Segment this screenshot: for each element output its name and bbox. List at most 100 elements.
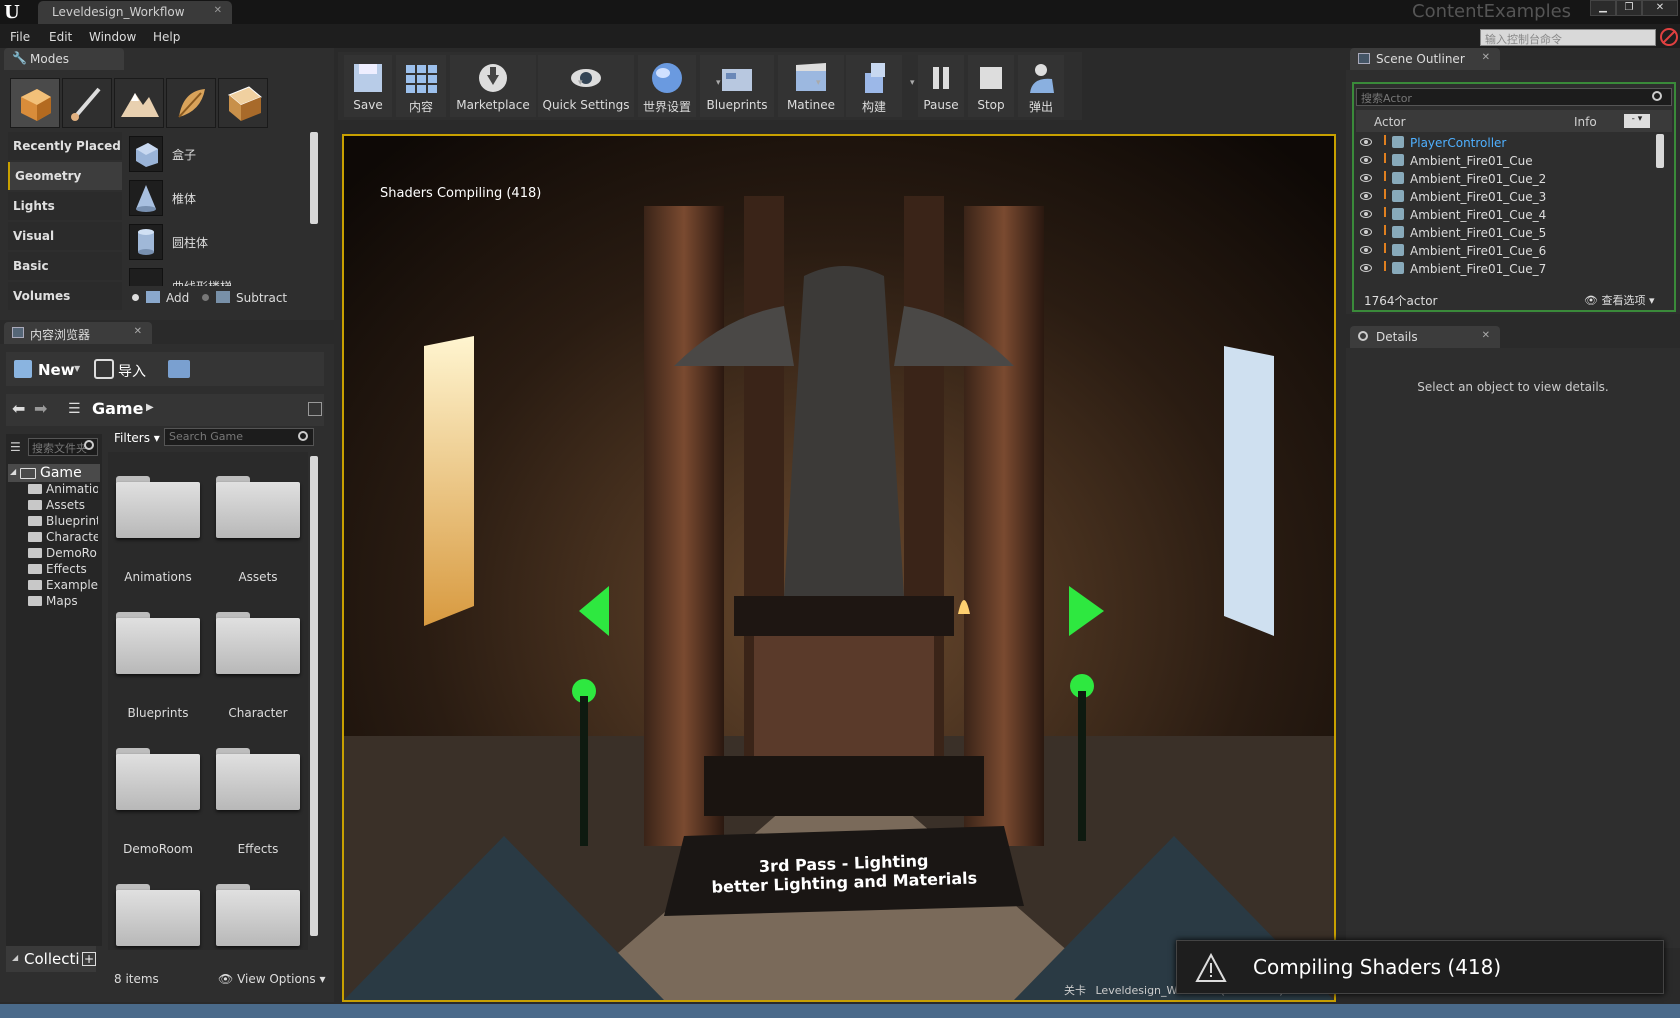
import-button[interactable]: 导入 [90, 358, 152, 382]
path-chevron-icon[interactable]: ▶ [146, 402, 154, 413]
category-recently-placed[interactable]: Recently Placed [8, 132, 122, 160]
outliner-row[interactable]: Ambient_Fire01_Cue_3 [1356, 188, 1656, 206]
matinee-dropdown[interactable]: ▾ [816, 78, 821, 88]
asset-scrollbar[interactable] [310, 456, 318, 936]
folder-tile-icon[interactable] [216, 884, 300, 946]
outliner-row[interactable]: Ambient_Fire01_Cue_5 [1356, 224, 1656, 242]
place-mode-button[interactable] [10, 78, 60, 128]
place-item-cylinder[interactable]: 圆柱体 [126, 222, 316, 262]
tree-item-game-root[interactable]: ◢ Game [8, 464, 100, 482]
category-lights[interactable]: Lights [8, 192, 122, 220]
level-viewport[interactable]: Shaders Compiling (418) 3rd Pass - Light… [342, 134, 1336, 1002]
expand-arrow-icon[interactable]: ◢ [10, 467, 16, 476]
content-browser-tab[interactable]: 内容浏览器 ✕ [4, 322, 152, 344]
world-settings-button[interactable]: 世界设置 [638, 55, 696, 117]
folder-tile-icon[interactable] [116, 476, 200, 538]
folder-tile-icon[interactable] [216, 476, 300, 538]
path-menu-icon[interactable]: ☰ [68, 401, 81, 417]
foliage-mode-button[interactable] [166, 78, 216, 128]
tree-item[interactable]: Characte [28, 530, 98, 546]
tree-item[interactable]: ▷Example [28, 578, 98, 594]
outliner-row[interactable]: Ambient_Fire01_Cue_2 [1356, 170, 1656, 188]
paint-mode-button[interactable] [62, 78, 112, 128]
category-basic[interactable]: Basic [8, 252, 122, 280]
close-icon[interactable]: ✕ [134, 326, 142, 337]
collections-header[interactable]: ◢ Collecti + [6, 946, 96, 972]
quick-settings-button[interactable]: Quick Settings [538, 55, 634, 117]
blueprints-button[interactable]: Blueprints [700, 55, 774, 117]
visibility-eye-icon[interactable] [1360, 246, 1372, 254]
tree-list-icon[interactable]: ☰ [10, 440, 21, 454]
save-button[interactable]: Save [344, 55, 392, 117]
details-tab[interactable]: Details ✕ [1350, 326, 1500, 348]
back-arrow-icon[interactable]: ⬅ [12, 399, 25, 418]
forward-arrow-icon[interactable]: ➡ [34, 399, 47, 418]
eject-button[interactable]: 弹出 [1018, 55, 1064, 117]
visibility-eye-icon[interactable] [1360, 138, 1372, 146]
console-command-input[interactable]: 输入控制台命令 [1480, 29, 1656, 46]
info-dropdown[interactable]: - ▾ [1624, 114, 1650, 128]
visibility-eye-icon[interactable] [1360, 210, 1372, 218]
menu-window[interactable]: Window [89, 30, 136, 44]
outliner-row[interactable]: Ambient_Fire01_Cue_7 [1356, 260, 1656, 278]
folder-tile-icon[interactable] [216, 748, 300, 810]
category-geometry[interactable]: Geometry [8, 162, 122, 190]
minimize-button[interactable]: ▁ [1590, 0, 1616, 16]
outliner-scrollbar[interactable] [1656, 134, 1664, 168]
subtract-radio[interactable] [202, 294, 209, 301]
outliner-row[interactable]: Ambient_Fire01_Cue [1356, 152, 1656, 170]
landscape-mode-button[interactable] [114, 78, 164, 128]
visibility-eye-icon[interactable] [1360, 264, 1372, 272]
stop-button[interactable]: Stop [968, 55, 1014, 117]
add-radio[interactable] [132, 294, 139, 301]
quick-settings-dropdown[interactable]: ▾ [578, 78, 583, 88]
visibility-eye-icon[interactable] [1360, 192, 1372, 200]
scene-outliner-tab[interactable]: Scene Outliner ✕ [1350, 48, 1500, 70]
tree-item[interactable]: Animatio [28, 482, 98, 498]
filters-button[interactable]: Filters ▾ [114, 431, 160, 445]
menu-edit[interactable]: Edit [49, 30, 72, 44]
category-visual[interactable]: Visual [8, 222, 122, 250]
lock-icon[interactable] [308, 402, 322, 416]
build-dropdown[interactable]: ▾ [910, 78, 915, 88]
tree-item[interactable]: Blueprint [28, 514, 98, 530]
path-game-crumb[interactable]: Game [92, 399, 143, 418]
search-game-input[interactable]: Search Game [164, 428, 314, 446]
stop-icon[interactable] [1660, 28, 1678, 46]
save-all-icon[interactable] [168, 360, 190, 378]
close-window-button[interactable]: ✕ [1642, 0, 1678, 16]
folder-tile-icon[interactable] [116, 748, 200, 810]
folder-tile-icon[interactable] [116, 884, 200, 946]
visibility-eye-icon[interactable] [1360, 156, 1372, 164]
place-item-curved-stair[interactable]: 曲线形楼梯 [126, 266, 316, 286]
tree-item[interactable]: ▷Assets [28, 498, 98, 514]
outliner-row[interactable]: Ambient_Fire01_Cue_6 [1356, 242, 1656, 260]
modes-tab[interactable]: 🔧 Modes [4, 48, 124, 70]
column-info[interactable]: Info [1574, 115, 1597, 129]
menu-file[interactable]: File [10, 30, 30, 44]
outliner-row[interactable]: PlayerController [1356, 134, 1656, 152]
pause-button[interactable]: Pause [918, 55, 964, 117]
menu-help[interactable]: Help [153, 30, 180, 44]
place-item-box[interactable]: 盒子 [126, 134, 316, 174]
place-item-cone[interactable]: 椎体 [126, 178, 316, 218]
placeables-scrollbar[interactable] [310, 132, 318, 224]
close-icon[interactable]: ✕ [214, 5, 222, 16]
content-button[interactable]: 内容 [396, 55, 446, 117]
search-actor-input[interactable]: 搜索Actor [1356, 88, 1672, 106]
folder-tile-icon[interactable] [116, 612, 200, 674]
add-collection-icon[interactable]: + [82, 952, 96, 966]
visibility-eye-icon[interactable] [1360, 174, 1372, 182]
close-icon[interactable]: ✕ [1482, 330, 1490, 341]
tree-item[interactable]: ▷Maps [28, 594, 98, 610]
blueprints-dropdown[interactable]: ▾ [716, 78, 721, 88]
close-icon[interactable]: ✕ [1482, 52, 1490, 63]
build-button[interactable]: 构建 [846, 55, 902, 117]
outliner-row[interactable]: Ambient_Fire01_Cue_4 [1356, 206, 1656, 224]
maximize-button[interactable]: ❐ [1616, 0, 1642, 16]
visibility-eye-icon[interactable] [1360, 228, 1372, 236]
marketplace-button[interactable]: Marketplace [450, 55, 536, 117]
level-document-tab[interactable]: Leveldesign_Workflow ✕ [38, 1, 232, 24]
new-button[interactable]: New ▼ [10, 358, 80, 382]
matinee-button[interactable]: Matinee [778, 55, 844, 117]
